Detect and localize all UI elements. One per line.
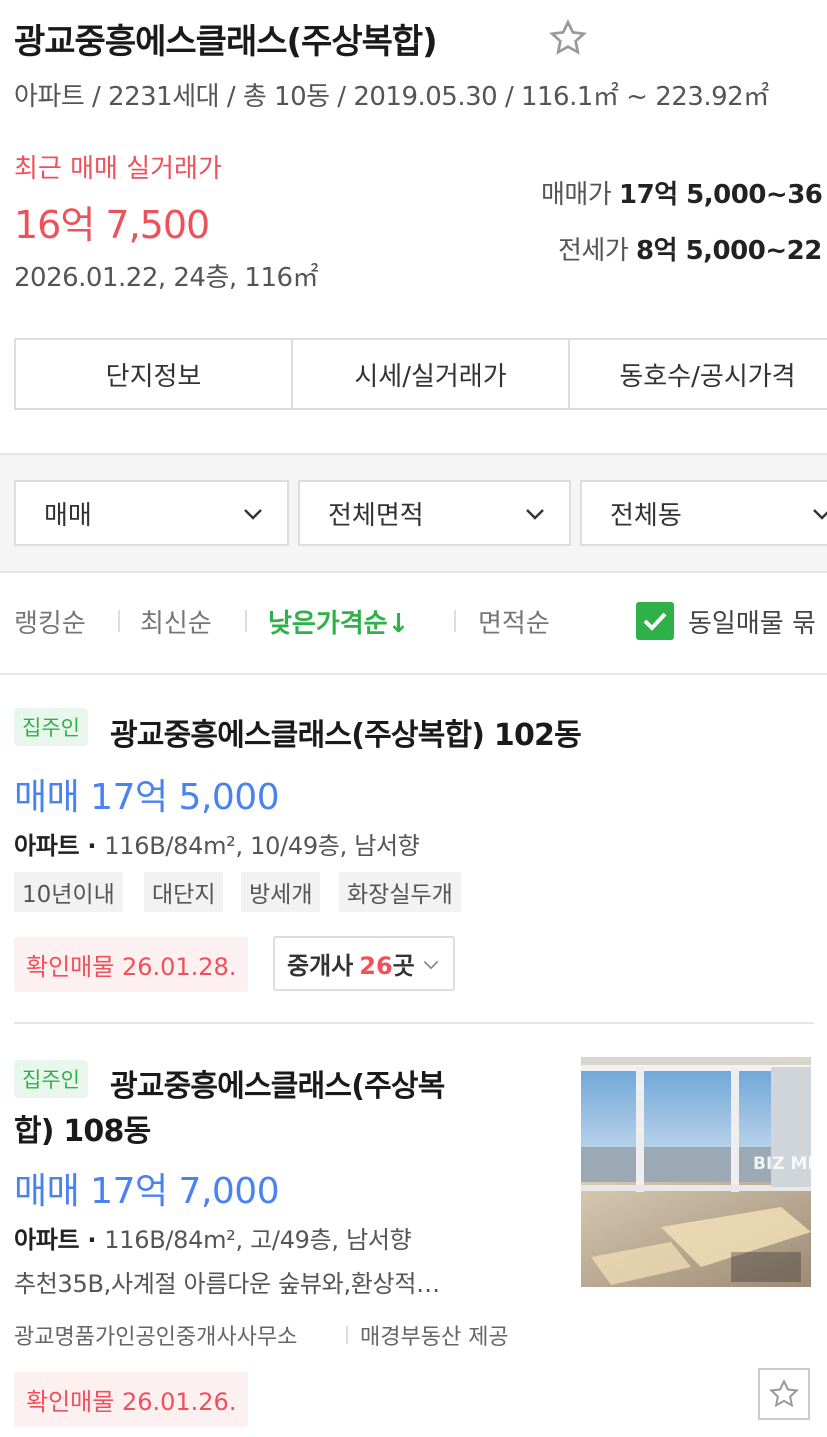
sort-newest[interactable]: 최신순 <box>140 603 212 640</box>
listing-title[interactable]: 광교중흥에스클래스(주상복합) 102동 <box>110 710 582 754</box>
listing-photo[interactable]: BIZ MI <box>581 1057 811 1287</box>
jeonse-price-value: 8억 5,000~22 <box>636 236 822 266</box>
area-select[interactable]: 전체면적 <box>298 480 571 546</box>
chevron-down-icon <box>423 960 439 969</box>
chevron-down-icon <box>813 509 827 520</box>
deal-type-value: 매매 <box>44 500 92 531</box>
listing-spec: 아파트 · 116B/84m², 10/49층, 남서향 <box>14 832 420 860</box>
dong-value: 전체동 <box>610 500 682 531</box>
listing-separator <box>14 1022 814 1024</box>
agency-name: 광교명품가인공인중개사사무소 <box>14 1325 298 1350</box>
dong-select[interactable]: 전체동 <box>580 480 827 546</box>
spec-detail: 116B/84m², 10/49층, 남서향 <box>104 832 420 860</box>
photo-watermark: BIZ MI <box>753 1154 811 1174</box>
confirmed-listing-badge: 확인매물 26.01.26. <box>14 1372 249 1427</box>
complex-title: 광교중흥에스클래스(주상복합) <box>14 22 438 62</box>
chevron-down-icon <box>526 509 544 520</box>
property-type: 아파트 <box>14 832 80 860</box>
listing-description: 추천35B,사계절 아름다운 숲뷰와,환상적… <box>14 1270 440 1298</box>
recent-trade-price: 16억 7,500 <box>14 203 210 247</box>
jeonse-price-label: 전세가 <box>558 236 629 266</box>
agents-prefix: 중개사 <box>287 952 354 980</box>
listing-price[interactable]: 매매 17억 5,000 <box>14 768 280 820</box>
sale-price-label: 매매가 <box>541 180 612 210</box>
property-type: 아파트 <box>14 1226 80 1254</box>
spec-detail: 116B/84m², 고/49층, 남서향 <box>104 1226 412 1254</box>
listing-spec: 아파트 · 116B/84m², 고/49층, 남서향 <box>14 1226 412 1254</box>
room-window-view-image: BIZ MI <box>581 1057 811 1287</box>
sale-price-value: 17억 5,000~36 <box>619 180 823 210</box>
sale-price-range: 매매가 17억 5,000~36 <box>541 174 823 211</box>
favorite-star-icon[interactable] <box>548 18 588 58</box>
sort-divider <box>454 610 456 632</box>
checkmark-icon <box>643 612 667 631</box>
sort-area[interactable]: 면적순 <box>478 603 550 640</box>
confirmed-listing-badge: 확인매물 26.01.28. <box>14 937 249 992</box>
listing-price[interactable]: 매매 17억 7,000 <box>14 1162 280 1214</box>
feature-tag: 화장실두개 <box>339 872 461 912</box>
sort-divider <box>118 610 120 632</box>
tab-unit-official-price[interactable]: 동호수/공시가격 <box>570 340 827 408</box>
feature-tag: 10년이내 <box>14 872 123 912</box>
deal-type-select[interactable]: 매매 <box>14 480 289 546</box>
star-icon <box>769 1379 799 1408</box>
owner-badge: 집주인 <box>14 1060 88 1098</box>
sort-ranking[interactable]: 랭킹순 <box>14 603 86 640</box>
agents-suffix: 곳 <box>392 952 415 980</box>
area-value: 전체면적 <box>328 500 424 531</box>
tab-complex-info[interactable]: 단지정보 <box>16 340 293 408</box>
owner-badge: 집주인 <box>14 708 88 746</box>
jeonse-price-range: 전세가 8억 5,000~22 <box>558 230 822 267</box>
chevron-down-icon <box>244 509 262 520</box>
listing-title[interactable]: 광교중흥에스클래스(주상복 <box>110 1061 445 1105</box>
listing-title-cont[interactable]: 합) 108동 <box>14 1106 151 1150</box>
sort-low-price[interactable]: 낮은가격순↓ <box>268 603 409 640</box>
agency-divider <box>346 1326 348 1344</box>
agents-dropdown[interactable]: 중개사 26곳 <box>273 936 455 991</box>
complex-meta: 아파트 / 2231세대 / 총 10동 / 2019.05.30 / 116.… <box>14 82 769 112</box>
favorite-button[interactable] <box>758 1368 810 1420</box>
data-provider: 매경부동산 제공 <box>360 1325 509 1350</box>
tab-price-trades[interactable]: 시세/실거래가 <box>293 340 570 408</box>
same-listing-label: 동일매물 묶 <box>688 609 816 639</box>
list-divider <box>0 673 827 675</box>
feature-tag: 방세개 <box>241 872 321 912</box>
same-listing-checkbox[interactable] <box>636 602 674 640</box>
feature-tag: 대단지 <box>144 872 224 912</box>
recent-trade-label: 최근 매매 실거래가 <box>14 154 222 184</box>
detail-tabs: 단지정보 시세/실거래가 동호수/공시가격 <box>14 338 827 410</box>
sort-divider <box>245 610 247 632</box>
agents-count: 26 <box>359 952 393 980</box>
recent-trade-date: 2026.01.22, 24층, 116㎡ <box>14 263 319 293</box>
